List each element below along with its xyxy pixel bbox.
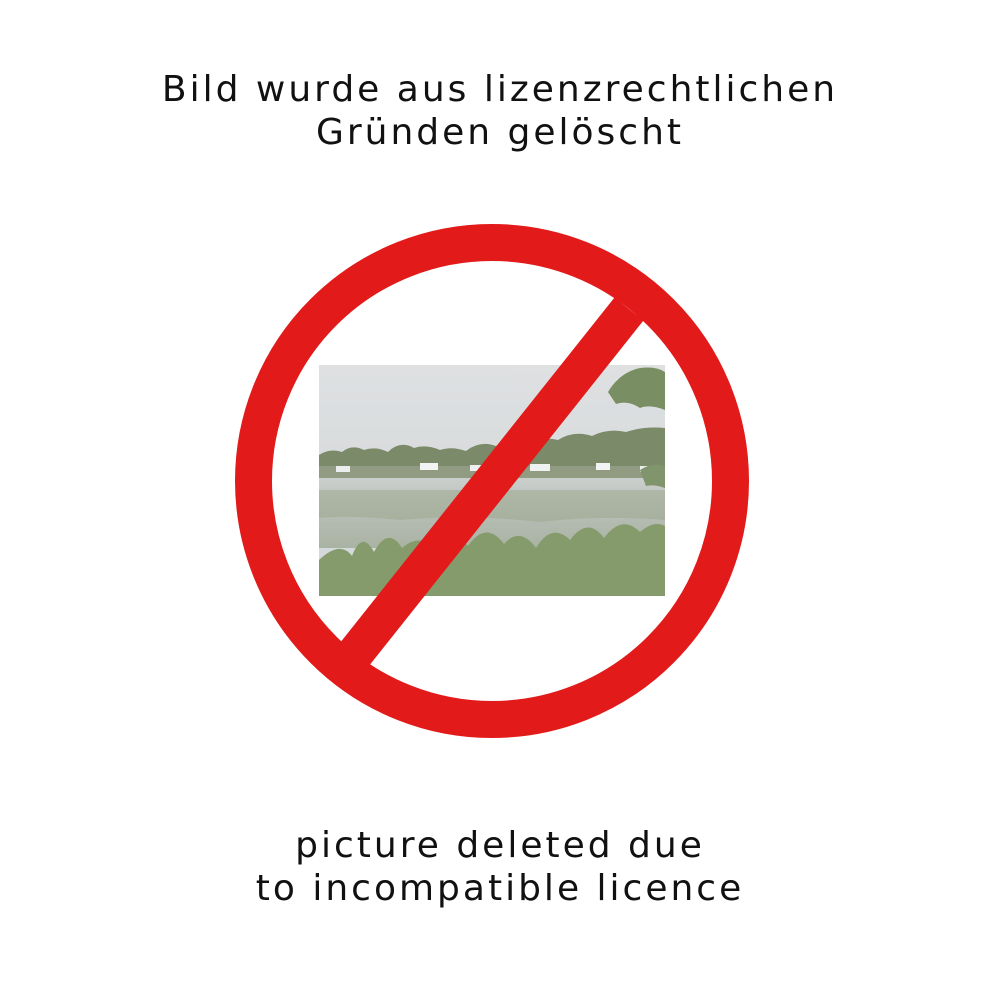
notice-english-line-2: to incompatible licence [255,868,745,909]
notice-english: picture deleted due to incompatible lice… [0,824,1000,910]
deleted-image-placeholder: Bild wurde aus lizenzrechtlichen Gründen… [0,0,1000,1000]
notice-english-line-1: picture deleted due [295,825,705,866]
